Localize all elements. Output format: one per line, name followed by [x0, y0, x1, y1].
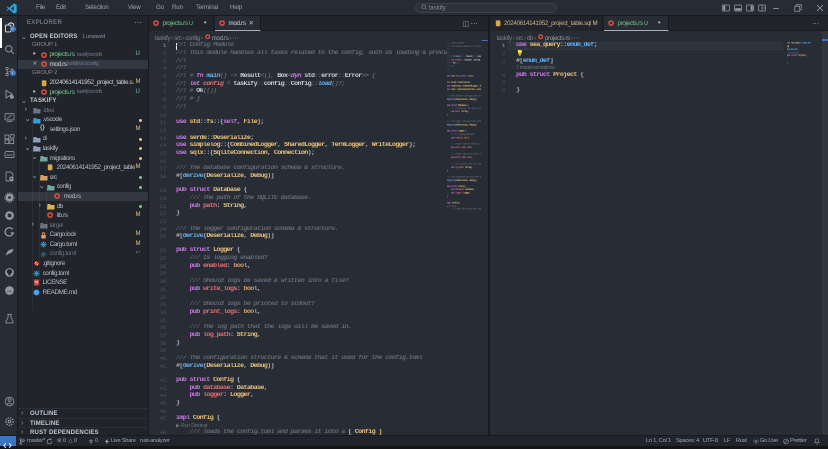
svg-text:aws: aws	[6, 153, 12, 157]
svg-text:jup: jup	[6, 289, 11, 293]
